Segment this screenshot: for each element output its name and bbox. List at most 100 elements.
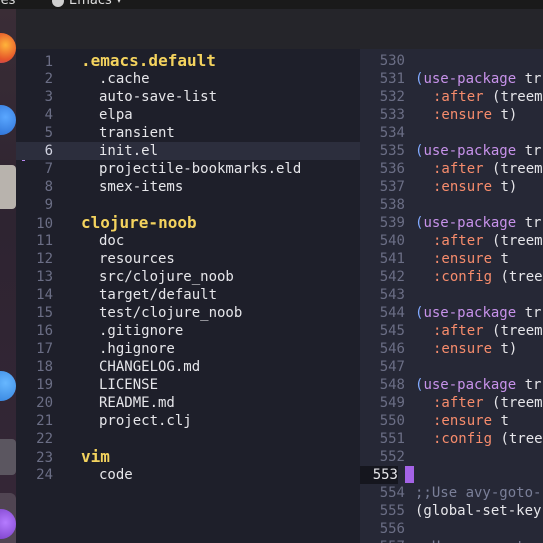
code-line[interactable]: 551:config (tree <box>360 430 543 448</box>
code-line[interactable]: 535 (use-package tr <box>360 142 543 160</box>
tree-row[interactable]: 18 CHANGELOG.md <box>16 358 360 376</box>
file-name: src/clojure_noob <box>99 269 234 285</box>
tree-heading[interactable]: 23 vim <box>16 447 360 467</box>
line-number: 535 <box>379 143 405 159</box>
code-line[interactable]: 536:after (treem <box>360 160 543 178</box>
line-number: 12 <box>36 251 53 267</box>
tree-row[interactable]: 12 resources <box>16 250 360 268</box>
code-line[interactable]: 540:after (treem <box>360 232 543 250</box>
file-tree-pane[interactable]: 1 .emacs.default 2 .cache 3 auto-save-list 4 el… <box>16 49 360 543</box>
tree-row[interactable]: 16 .gitignore <box>16 322 360 340</box>
code-line[interactable]: 544 (use-package tr <box>360 304 543 322</box>
tree-row[interactable]: 19 LICENSE <box>16 376 360 394</box>
code-line[interactable]: 533:ensure t) <box>360 106 543 124</box>
line-number: 551 <box>379 431 405 447</box>
code-line[interactable]: 553 <box>360 466 543 484</box>
code-line[interactable]: 532:after (treem <box>360 88 543 106</box>
line-number: 16 <box>36 323 53 339</box>
tree-row[interactable]: 2 .cache <box>16 70 360 88</box>
code-line[interactable]: 554 ;;Use avy-goto- <box>360 484 543 502</box>
code-line[interactable]: 555 (global-set-key <box>360 502 543 520</box>
tree-row[interactable]: 17 .hgignore <box>16 340 360 358</box>
tree-row[interactable]: 6 init.el <box>16 142 360 160</box>
line-number: 538 <box>379 197 405 213</box>
tree-row[interactable]: 13 src/clojure_noob <box>16 268 360 286</box>
code-line[interactable]: 546:ensure t) <box>360 340 543 358</box>
project-name: vim <box>81 447 110 466</box>
line-number: 5 <box>44 125 53 141</box>
code-token: :after <box>433 89 484 105</box>
code-token: :after <box>433 161 484 177</box>
code-line[interactable]: 556 <box>360 520 543 538</box>
code-line[interactable]: 552 <box>360 448 543 466</box>
line-number: 9 <box>44 197 53 213</box>
chevron-down-icon: ▾ <box>116 0 122 6</box>
tree-row[interactable]: 22 <box>16 430 360 448</box>
code-token: use-package <box>423 215 517 231</box>
code-token: use-package <box>423 305 517 321</box>
terminal-icon[interactable] <box>0 439 16 475</box>
code-line[interactable]: 541:ensure t <box>360 250 543 268</box>
tree-row[interactable]: 3 auto-save-list <box>16 88 360 106</box>
tree-row[interactable]: 8 smex-items <box>16 178 360 196</box>
tree-row[interactable]: 7 projectile-bookmarks.eld <box>16 160 360 178</box>
code-line[interactable]: 547 <box>360 358 543 376</box>
code-line[interactable]: 537:ensure t) <box>360 178 543 196</box>
line-number: 556 <box>379 521 405 537</box>
line-number: 20 <box>36 395 53 411</box>
file-name: README.md <box>99 395 175 411</box>
code-token: treem <box>500 395 543 411</box>
tree-heading[interactable]: 1 .emacs.default <box>16 51 360 71</box>
line-number: 534 <box>379 125 405 141</box>
code-token: :ensure <box>433 251 493 267</box>
code-token: ( <box>492 269 509 285</box>
code-token: t) <box>492 341 518 357</box>
file-name: .hgignore <box>99 341 175 357</box>
line-number: 19 <box>36 377 53 393</box>
tree-heading[interactable]: 10 clojure-noob <box>16 214 360 233</box>
tree-row[interactable]: 14 target/default <box>16 286 360 304</box>
app-icon[interactable] <box>0 371 16 401</box>
line-number: 23 <box>36 450 53 466</box>
tree-row[interactable]: 11 doc <box>16 232 360 250</box>
code-line[interactable]: 543 <box>360 286 543 304</box>
line-number: 539 <box>379 215 405 231</box>
code-token: :ensure <box>433 107 493 123</box>
line-number: 6 <box>44 143 53 159</box>
activities-label[interactable]: ies <box>0 0 15 8</box>
tab-bar <box>16 9 543 49</box>
code-line[interactable]: 542:config (tree <box>360 268 543 286</box>
tree-row[interactable]: 15 test/clojure_noob <box>16 304 360 322</box>
file-name: .gitignore <box>99 323 184 339</box>
code-line[interactable]: 530 <box>360 52 543 70</box>
code-editor-pane[interactable]: 530 531 (use-package tr 532:after (treem 533… <box>360 49 543 543</box>
file-name: LICENSE <box>99 377 159 393</box>
files-icon[interactable] <box>0 165 16 209</box>
tree-row[interactable]: 4 elpa <box>16 106 360 124</box>
code-line[interactable]: 549:after (treem <box>360 394 543 412</box>
code-line[interactable]: 538 <box>360 196 543 214</box>
firefox-icon[interactable] <box>0 33 16 63</box>
code-token: tree <box>508 431 543 447</box>
line-number: 4 <box>44 107 53 123</box>
tree-row[interactable]: 21 project.clj <box>16 412 360 430</box>
code-line[interactable]: 545:after (treem <box>360 322 543 340</box>
tree-row[interactable]: 20 README.md <box>16 394 360 412</box>
code-token: :ensure <box>433 179 493 195</box>
code-line[interactable]: 534 <box>360 124 543 142</box>
project-name: .emacs.default <box>81 51 216 70</box>
line-number: 554 <box>379 485 405 501</box>
code-token: :after <box>433 395 484 411</box>
code-line[interactable]: 550:ensure t <box>360 412 543 430</box>
tree-row[interactable]: 24 code <box>16 466 360 484</box>
code-line[interactable]: 539 (use-package tr <box>360 214 543 232</box>
code-token: t) <box>492 107 518 123</box>
code-line[interactable]: 548 (use-package tr <box>360 376 543 394</box>
tree-row[interactable]: 5 transient <box>16 124 360 142</box>
tree-row[interactable]: 9 <box>16 196 360 214</box>
code-token: t) <box>492 179 518 195</box>
app-menu[interactable]: Emacs ▾ <box>52 0 121 8</box>
code-line[interactable]: 531 (use-package tr <box>360 70 543 88</box>
browser-icon[interactable] <box>0 105 16 135</box>
code-line[interactable]: 557 ;;Use avy-goto- <box>360 538 543 543</box>
